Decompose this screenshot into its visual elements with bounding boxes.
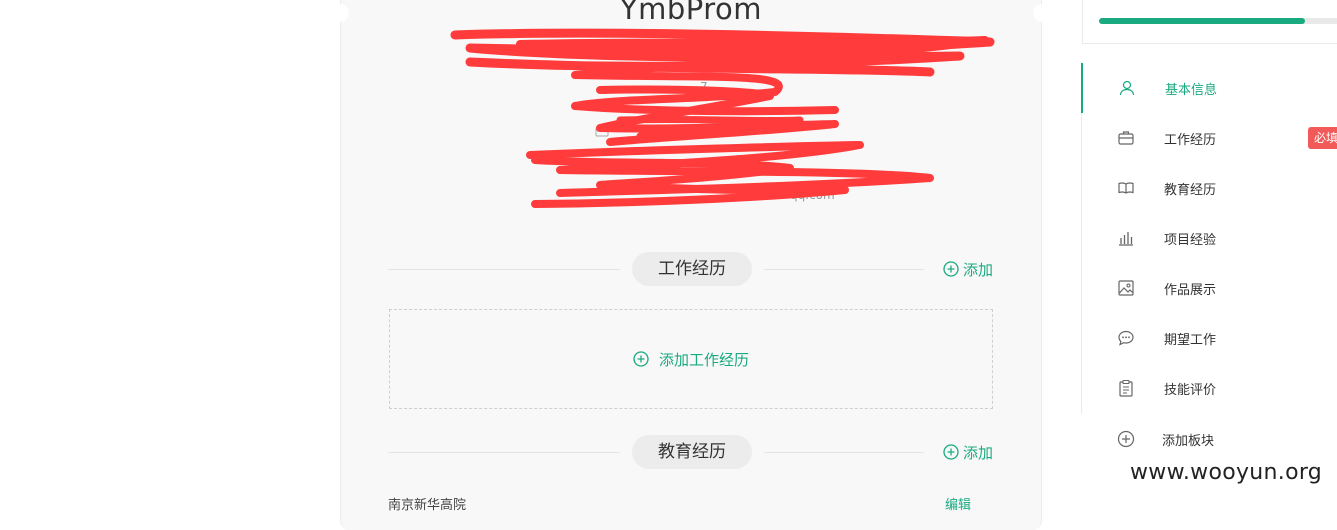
nav-item-label: 期望工作 <box>1164 332 1217 348</box>
nav-item-label: 基本信息 <box>1165 82 1218 98</box>
bar-chart-icon <box>1119 232 1133 246</box>
nav-item-projects[interactable]: 项目经验 <box>1082 213 1337 263</box>
nav-item-work-experience[interactable]: 工作经历 必填 <box>1082 113 1337 163</box>
add-block-label: 添加板块 <box>1162 433 1215 449</box>
divider <box>388 269 620 270</box>
nav-item-portfolio[interactable]: 作品展示 <box>1082 263 1337 313</box>
add-education-link[interactable]: 添加 <box>943 441 993 463</box>
add-block-button[interactable]: 添加板块 <box>1082 414 1337 464</box>
watermark: www.wooyun.org <box>1130 460 1323 485</box>
redaction-scribble <box>450 28 995 208</box>
nav-item-label: 项目经验 <box>1164 232 1217 248</box>
circle-plus-icon <box>943 261 959 277</box>
work-section-title: 工作经历 <box>632 252 752 286</box>
image-icon <box>1118 280 1134 296</box>
required-badge: 必填 <box>1308 127 1337 149</box>
nav-item-label: 技能评价 <box>1164 382 1217 398</box>
education-entry-edit[interactable]: 编辑 <box>945 494 971 513</box>
circle-plus-icon <box>633 351 649 367</box>
completion-progress-bar <box>1099 18 1337 24</box>
add-work-experience-label: 添加工作经历 <box>658 350 749 369</box>
nav-item-label: 教育经历 <box>1164 182 1217 198</box>
education-entry-school: 南京新华高院 <box>388 498 467 513</box>
circle-plus-icon <box>1117 430 1135 448</box>
add-education-label: 添加 <box>962 443 993 462</box>
nav-item-label: 工作经历 <box>1164 132 1217 148</box>
divider <box>764 269 924 270</box>
user-icon <box>1119 80 1135 96</box>
briefcase-icon <box>1118 131 1134 145</box>
completion-panel <box>1082 0 1337 44</box>
section-nav: 基本信息 工作经历 必填 教育经历 项目经验 作品展示 期望工作 技能评价 <box>1081 62 1337 414</box>
add-work-label: 添加 <box>962 260 993 279</box>
book-icon <box>1118 182 1134 194</box>
nav-item-basic-info[interactable]: 基本信息 <box>1081 63 1337 113</box>
divider <box>764 452 924 453</box>
nav-item-education[interactable]: 教育经历 <box>1082 163 1337 213</box>
add-work-experience-box[interactable]: 添加工作经历 <box>389 309 993 409</box>
divider <box>388 452 620 453</box>
education-section-header: 教育经历 添加 <box>388 435 993 469</box>
completion-progress-fill <box>1099 18 1306 24</box>
nav-item-skills[interactable]: 技能评价 <box>1082 363 1337 413</box>
education-section-title: 教育经历 <box>632 435 752 469</box>
work-section-header: 工作经历 添加 <box>388 252 993 286</box>
resume-name[interactable]: YmbProm <box>341 0 1041 26</box>
clipboard-icon <box>1119 379 1133 397</box>
chat-icon <box>1118 330 1134 346</box>
add-work-link[interactable]: 添加 <box>943 258 993 280</box>
circle-plus-icon <box>943 444 959 460</box>
nav-item-label: 作品展示 <box>1164 282 1217 298</box>
nav-item-job-expectation[interactable]: 期望工作 <box>1082 313 1337 363</box>
